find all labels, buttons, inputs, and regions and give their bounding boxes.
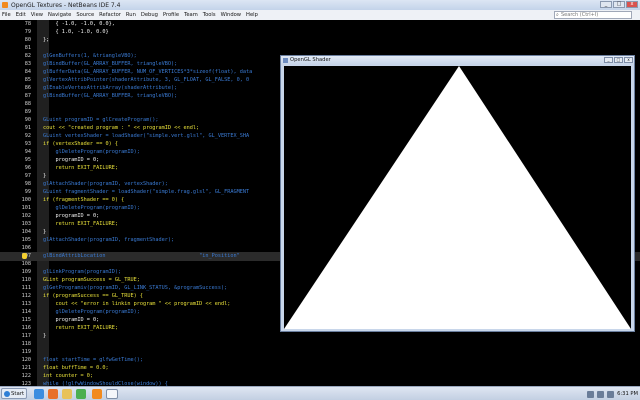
firefox-icon[interactable] xyxy=(48,389,58,399)
minimize-button[interactable]: _ xyxy=(600,1,612,8)
window-title: OpenGL Textures - NetBeans IDE 7.4 xyxy=(11,1,121,9)
netbeans-task-icon[interactable] xyxy=(92,389,102,399)
windows-logo-icon xyxy=(4,391,10,397)
white-triangle xyxy=(284,66,631,329)
gl-title-bar: OpenGL Shader _ □ x xyxy=(281,56,634,65)
menu-tools[interactable]: Tools xyxy=(203,12,216,18)
taskbar: Start 6:31 PM xyxy=(0,386,640,400)
menu-bar: File Edit View Navigate Source Refactor … xyxy=(0,10,640,20)
menu-file[interactable]: File xyxy=(2,12,11,18)
gl-window-controls: _ □ x xyxy=(604,57,633,63)
menu-debug[interactable]: Debug xyxy=(141,12,158,18)
search-icon: ⌕ xyxy=(556,12,559,18)
clock: 6:31 PM xyxy=(617,391,638,397)
gl-canvas[interactable] xyxy=(284,66,631,329)
start-label: Start xyxy=(11,391,25,397)
close-button[interactable]: x xyxy=(626,1,638,8)
menu-view[interactable]: View xyxy=(31,12,43,18)
gl-close-button[interactable]: x xyxy=(624,57,633,63)
chrome-icon[interactable] xyxy=(76,389,86,399)
gl-window-title: OpenGL Shader xyxy=(290,57,331,63)
search-input[interactable]: ⌕ Search (Ctrl+I) xyxy=(554,11,632,19)
window-icon xyxy=(283,58,288,63)
menu-team[interactable]: Team xyxy=(184,12,198,18)
menu-help[interactable]: Help xyxy=(246,12,258,18)
opengl-shader-window[interactable]: OpenGL Shader _ □ x xyxy=(280,55,635,332)
menu-edit[interactable]: Edit xyxy=(16,12,26,18)
netbeans-icon xyxy=(2,2,8,8)
ie-icon[interactable] xyxy=(34,389,44,399)
title-bar: OpenGL Textures - NetBeans IDE 7.4 _ □ x xyxy=(0,0,640,10)
system-tray: 6:31 PM xyxy=(587,389,638,399)
start-button[interactable]: Start xyxy=(1,388,27,399)
menu-refactor[interactable]: Refactor xyxy=(99,12,121,18)
hint-bulb-icon[interactable] xyxy=(22,253,27,259)
gl-minimize-button[interactable]: _ xyxy=(604,57,613,63)
gl-task-icon[interactable] xyxy=(106,389,118,399)
search-placeholder: Search (Ctrl+I) xyxy=(561,12,599,18)
gl-maximize-button[interactable]: □ xyxy=(614,57,623,63)
volume-icon[interactable] xyxy=(597,390,605,398)
flag-icon[interactable] xyxy=(607,390,615,398)
network-icon[interactable] xyxy=(587,390,595,398)
menu-run[interactable]: Run xyxy=(126,12,136,18)
explorer-icon[interactable] xyxy=(62,389,72,399)
menu-window[interactable]: Window xyxy=(221,12,241,18)
menu-profile[interactable]: Profile xyxy=(163,12,179,18)
maximize-button[interactable]: □ xyxy=(613,1,625,8)
menu-navigate[interactable]: Navigate xyxy=(48,12,71,18)
render-surface xyxy=(284,66,631,329)
window-controls: _ □ x xyxy=(600,1,638,8)
menu-source[interactable]: Source xyxy=(76,12,94,18)
